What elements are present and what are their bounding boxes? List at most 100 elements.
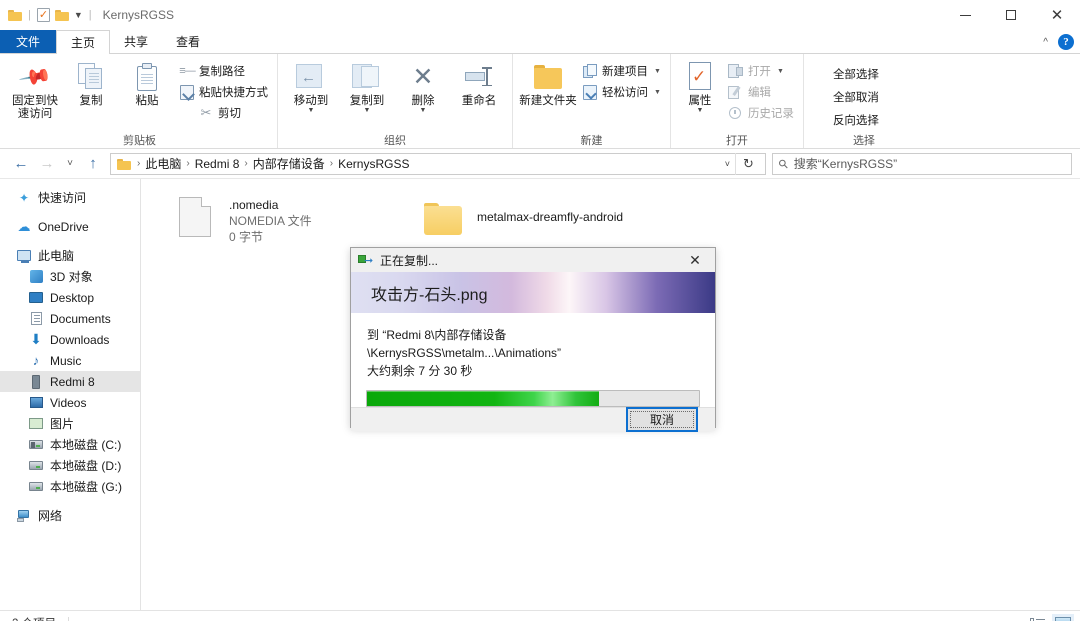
open-button[interactable]: 打开 ▼ xyxy=(725,62,797,80)
chevron-down-icon[interactable]: ▼ xyxy=(654,89,661,96)
sidebar-item-redmi-8[interactable]: Redmi 8 xyxy=(0,371,140,392)
drive-icon xyxy=(28,479,44,495)
chevron-up-icon[interactable]: ^ xyxy=(1043,37,1048,48)
desktop-icon xyxy=(28,290,44,306)
minimize-button[interactable] xyxy=(942,0,988,30)
invert-selection-label: 反向选择 xyxy=(832,115,879,127)
dialog-info: 到 “Redmi 8\内部存储设备\KernysRGSS\metalm...\A… xyxy=(351,313,715,380)
open-group-label: 打开 xyxy=(725,135,748,147)
select-all-button[interactable]: 全部选择 xyxy=(810,65,882,83)
large-icons-view-button[interactable] xyxy=(1052,613,1074,621)
sidebar-item-documents[interactable]: Documents xyxy=(0,308,140,329)
chevron-down-icon[interactable]: ▼ xyxy=(777,68,784,75)
invert-selection-button[interactable]: 反向选择 xyxy=(810,111,882,129)
sidebar-item-network[interactable]: 网络 xyxy=(0,505,140,526)
file-type: NOMEDIA 文件 xyxy=(229,214,312,228)
sidebar-item-local-disk-g[interactable]: 本地磁盘 (G:) xyxy=(0,476,140,497)
new-folder-button[interactable]: 新建文件夹 xyxy=(519,57,577,108)
sidebar-item-label: 本地磁盘 (G:) xyxy=(50,480,122,494)
tab-share[interactable]: 共享 xyxy=(110,30,162,53)
refresh-button[interactable]: ↻ xyxy=(735,152,761,175)
file-list-pane[interactable]: .nomedia NOMEDIA 文件 0 字节 metalmax-dreamf… xyxy=(141,179,1080,610)
sidebar-item-desktop[interactable]: Desktop xyxy=(0,287,140,308)
copy-button[interactable]: 复制 xyxy=(64,57,118,108)
cancel-button[interactable]: 取消 xyxy=(626,407,698,432)
maximize-button[interactable] xyxy=(988,0,1034,30)
ribbon-group-new: 新建文件夹 新建项目 ▼ 轻松访问 ▼ 新建 xyxy=(513,54,671,148)
pictures-icon xyxy=(28,416,44,432)
paste-button[interactable]: 粘贴 xyxy=(120,57,174,108)
breadcrumb-item-1[interactable]: Redmi 8 xyxy=(192,157,243,171)
close-button[interactable]: ✕ xyxy=(1034,0,1080,30)
rename-button[interactable]: 重命名 xyxy=(452,57,506,108)
new-item-button[interactable]: 新建项目 ▼ xyxy=(579,62,664,80)
breadcrumb-item-3[interactable]: KernysRGSS xyxy=(335,157,412,171)
chevron-down-icon[interactable]: ▼ xyxy=(308,107,315,114)
list-item[interactable]: .nomedia NOMEDIA 文件 0 字节 xyxy=(171,191,411,251)
breadcrumb-folder-icon[interactable] xyxy=(117,158,131,170)
address-dropdown-icon[interactable]: ˅ xyxy=(721,159,735,169)
folder-icon[interactable] xyxy=(8,9,22,21)
copy-icon xyxy=(78,61,104,93)
chevron-down-icon[interactable]: ▼ xyxy=(696,107,703,114)
file-name: .nomedia xyxy=(229,198,279,212)
list-item[interactable]: metalmax-dreamfly-android xyxy=(419,191,659,251)
dialog-close-button[interactable]: ✕ xyxy=(675,248,715,272)
sidebar-item-local-disk-d[interactable]: 本地磁盘 (D:) xyxy=(0,455,140,476)
details-view-button[interactable] xyxy=(1026,614,1048,621)
search-input[interactable]: ⚲ 搜索“KernysRGSS” xyxy=(772,152,1072,175)
cut-button[interactable]: ✂ 剪切 xyxy=(176,104,271,122)
edit-icon xyxy=(728,84,744,100)
title-bar: | ✓ ▼ | KernysRGSS ✕ xyxy=(0,0,1080,30)
sidebar-item-label: 本地磁盘 (D:) xyxy=(50,459,122,473)
properties-button[interactable]: ✓ 属性 ▼ xyxy=(677,57,723,114)
forward-button[interactable]: → xyxy=(34,151,60,177)
help-icon[interactable]: ? xyxy=(1058,34,1074,50)
time-remaining-text: 大约剩余 7 分 30 秒 xyxy=(367,364,473,378)
chevron-down-icon[interactable]: ▼ xyxy=(364,107,371,114)
progress-bar xyxy=(366,390,700,407)
sidebar-item-label: Redmi 8 xyxy=(50,374,95,389)
paste-shortcut-icon xyxy=(179,84,195,100)
breadcrumb[interactable]: › 此电脑 › Redmi 8 › 内部存储设备 › KernysRGSS ˅ … xyxy=(110,152,766,175)
chevron-down-icon[interactable]: ▼ xyxy=(420,107,427,114)
sidebar-item-3d-objects[interactable]: 3D 对象 xyxy=(0,266,140,287)
back-icon: ← xyxy=(13,155,29,172)
edit-button[interactable]: 编辑 xyxy=(725,83,797,101)
ribbon-group-clipboard: 📌 固定到快速访问 复制 粘贴 ≡— 复制路径 粘贴快捷方式 ✂ 剪切 剪贴板 xyxy=(2,54,278,148)
new-folder-icon[interactable] xyxy=(54,9,69,21)
tab-view[interactable]: 查看 xyxy=(162,30,214,53)
clipboard-group-label: 剪贴板 xyxy=(123,135,156,147)
copy-path-button[interactable]: ≡— 复制路径 xyxy=(176,62,271,80)
delete-icon: ✕ xyxy=(412,63,434,91)
sidebar-item-quick-access[interactable]: ✦ 快速访问 xyxy=(0,187,140,208)
copy-to-button[interactable]: 复制到 ▼ xyxy=(340,57,394,114)
breadcrumb-item-2[interactable]: 内部存储设备 xyxy=(250,155,328,172)
folder-icon xyxy=(423,195,463,243)
breadcrumb-item-0[interactable]: 此电脑 xyxy=(142,155,184,172)
pin-to-quick-access-button[interactable]: 📌 固定到快速访问 xyxy=(8,57,62,121)
recent-locations-button[interactable]: ˅ xyxy=(60,151,80,177)
copy-progress-dialog: ➞ 正在复制... ✕ 攻击方-石头.png 到 “Redmi 8\内部存储设备… xyxy=(350,247,716,432)
sidebar-item-downloads[interactable]: ⬇ Downloads xyxy=(0,329,140,350)
easy-access-button[interactable]: 轻松访问 ▼ xyxy=(579,83,664,101)
chevron-down-icon[interactable]: ▼ xyxy=(654,68,661,75)
qat-dropdown-arrow[interactable]: ▼ xyxy=(74,10,83,20)
sidebar-item-this-pc[interactable]: 此电脑 xyxy=(0,245,140,266)
sidebar-item-local-disk-c[interactable]: 本地磁盘 (C:) xyxy=(0,434,140,455)
sidebar-item-onedrive[interactable]: ☁ OneDrive xyxy=(0,216,140,237)
sidebar-item-music[interactable]: ♪ Music xyxy=(0,350,140,371)
select-none-button[interactable]: 全部取消 xyxy=(810,88,882,106)
properties-icon[interactable]: ✓ xyxy=(36,8,50,22)
tab-home[interactable]: 主页 xyxy=(56,30,111,54)
move-to-button[interactable]: ← 移动到 ▼ xyxy=(284,57,338,114)
paste-shortcut-button[interactable]: 粘贴快捷方式 xyxy=(176,83,271,101)
phone-icon xyxy=(28,374,44,390)
sidebar-item-pictures[interactable]: 图片 xyxy=(0,413,140,434)
up-button[interactable]: ↑ xyxy=(80,151,106,177)
history-button[interactable]: 历史记录 xyxy=(725,104,797,122)
delete-button[interactable]: ✕ 删除 ▼ xyxy=(396,57,450,114)
tab-file[interactable]: 文件 xyxy=(0,30,57,53)
back-button[interactable]: ← xyxy=(8,151,34,177)
sidebar-item-videos[interactable]: Videos xyxy=(0,392,140,413)
